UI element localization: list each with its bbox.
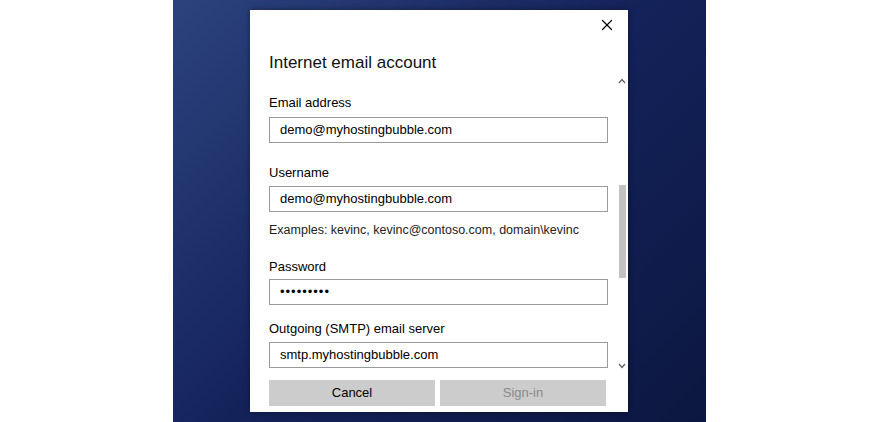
dialog-title: Internet email account — [269, 53, 608, 73]
dialog-body: Internet email account Email address demo@… — [250, 35, 628, 406]
scrollbar[interactable] — [618, 77, 626, 370]
dialog-header — [250, 10, 628, 35]
form-field: Username demo@myhostingbubble.com Examples… — [269, 143, 608, 238]
form-field: Outgoing (SMTP) email server smtp.myhosti… — [269, 305, 608, 368]
dialog: Internet email account Email address demo@… — [250, 10, 628, 412]
field-label: Email address — [269, 95, 608, 111]
close-icon — [598, 16, 616, 34]
scroll-up-icon[interactable] — [618, 77, 626, 85]
field-hint: Examples: kevinc, kevinc@contoso.com, do… — [269, 222, 608, 238]
button-row: CancelSign-in — [269, 380, 608, 406]
page: Internet email account Email address demo@… — [0, 0, 887, 422]
close-button[interactable] — [597, 15, 617, 35]
form: Internet email account Email address demo@… — [250, 35, 608, 406]
text-input[interactable]: smtp.myhostingbubble.com — [269, 342, 608, 368]
form-field: Password ••••••••• — [269, 238, 608, 305]
field-label: Username — [269, 165, 608, 181]
page-margin — [0, 0, 173, 422]
dialog-button[interactable]: Cancel — [269, 380, 435, 406]
dialog-button[interactable]: Sign-in — [440, 380, 606, 406]
scrollbar-thumb[interactable] — [619, 185, 626, 278]
form-field: Email address demo@myhostingbubble.com — [269, 73, 608, 143]
field-label: Password — [269, 259, 608, 275]
field-label: Outgoing (SMTP) email server — [269, 321, 608, 337]
text-input[interactable]: demo@myhostingbubble.com — [269, 117, 608, 143]
text-input[interactable]: demo@myhostingbubble.com — [269, 186, 608, 212]
password-input[interactable]: ••••••••• — [269, 279, 608, 305]
scroll-down-icon[interactable] — [618, 362, 626, 370]
wallpaper: Internet email account Email address demo@… — [173, 0, 706, 422]
